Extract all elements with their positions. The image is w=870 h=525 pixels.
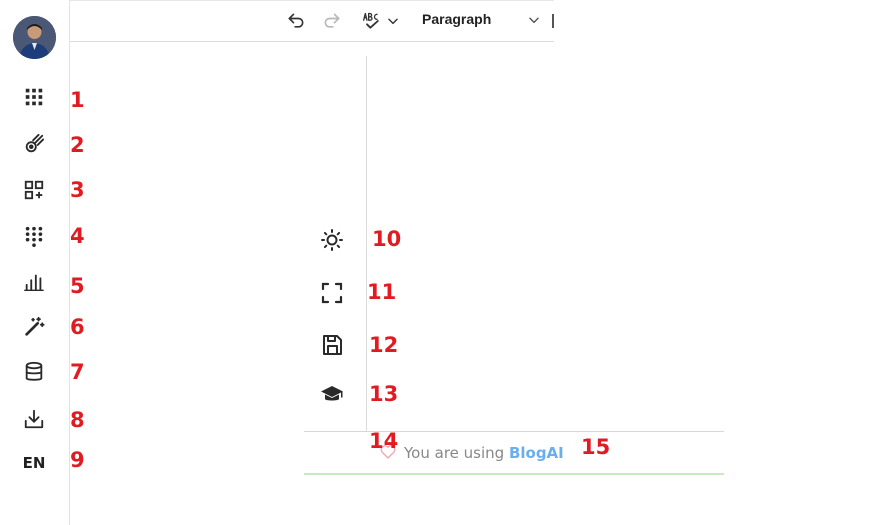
tutorial-button[interactable] [316, 378, 348, 410]
undo-button[interactable] [284, 9, 308, 33]
sidebar-item-magic[interactable] [16, 311, 52, 343]
download-icon [24, 409, 44, 429]
magic-wand-icon [25, 316, 45, 336]
editor-toolbar: Paragraph [70, 0, 554, 42]
left-sidebar: EN [0, 0, 70, 525]
badge-2: 2 [70, 133, 85, 157]
badge-7: 7 [70, 360, 85, 384]
sun-icon [321, 229, 343, 251]
spellcheck-dropdown[interactable] [386, 9, 400, 33]
block-format-select[interactable]: Paragraph [422, 11, 558, 33]
redo-icon [324, 13, 340, 28]
badge-5: 5 [70, 274, 85, 298]
badge-14: 14 [369, 429, 399, 453]
spellcheck-icon [363, 12, 379, 29]
database-icon [25, 361, 43, 381]
avatar-image [13, 16, 56, 59]
badge-9: 9 [70, 448, 85, 472]
brand-link[interactable]: BlogAI [509, 444, 564, 462]
block-format-value: Paragraph [422, 11, 492, 27]
sidebar-item-apps[interactable] [16, 81, 52, 113]
sidebar-item-database[interactable] [16, 356, 52, 388]
meteor-icon [25, 133, 45, 153]
status-bar: You are using BlogAI [304, 431, 724, 475]
fullscreen-icon [321, 282, 343, 304]
graduation-cap-icon [321, 386, 343, 401]
badge-15: 15 [581, 435, 611, 459]
badge-11: 11 [367, 280, 397, 304]
sidebar-item-add-widget[interactable] [16, 174, 52, 206]
add-widget-icon [24, 180, 44, 200]
sidebar-item-dialpad[interactable] [16, 220, 52, 252]
status-prefix: You are using [404, 444, 509, 462]
sidebar-item-meteor[interactable] [16, 128, 52, 160]
sidebar-item-download[interactable] [16, 403, 52, 435]
avatar[interactable] [13, 16, 56, 59]
theme-toggle-button[interactable] [316, 224, 348, 256]
badge-3: 3 [70, 178, 85, 202]
save-icon [323, 335, 342, 355]
badge-8: 8 [70, 408, 85, 432]
editor-gutter-line [366, 56, 367, 472]
undo-icon [288, 13, 304, 28]
badge-1: 1 [70, 88, 85, 112]
chevron-down-icon [529, 17, 539, 24]
apps-grid-icon [25, 88, 43, 106]
toolbar-cut-edge [552, 14, 554, 28]
chevron-down-icon [388, 18, 398, 25]
badge-13: 13 [369, 382, 399, 406]
sidebar-item-analytics[interactable] [16, 266, 52, 298]
save-button[interactable] [316, 329, 348, 361]
bar-chart-icon [24, 274, 44, 292]
block-format-chevron [527, 13, 541, 30]
badge-6: 6 [70, 315, 85, 339]
spellcheck-button[interactable] [360, 9, 384, 33]
language-switch[interactable]: EN [16, 447, 52, 479]
language-label: EN [22, 454, 46, 472]
redo-button[interactable] [320, 9, 344, 33]
fullscreen-button[interactable] [316, 277, 348, 309]
badge-12: 12 [369, 333, 399, 357]
status-text: You are using BlogAI [404, 444, 564, 462]
badge-10: 10 [372, 227, 402, 251]
badge-4: 4 [70, 224, 85, 248]
dialpad-icon [25, 226, 43, 247]
